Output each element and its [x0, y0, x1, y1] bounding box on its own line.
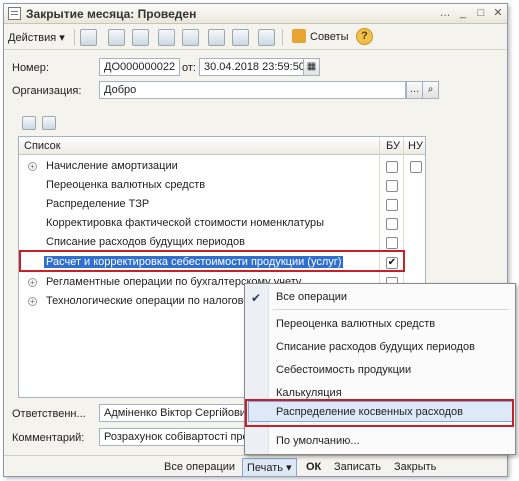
table-row[interactable]: Корректировка фактической стоимости номе… — [19, 214, 425, 233]
row-label: Списание расходов будущих периодов — [46, 236, 245, 248]
expand-icon[interactable]: + — [28, 162, 37, 171]
toolbar-divider — [74, 29, 75, 46]
expand-icon[interactable]: + — [28, 278, 37, 287]
toolbar-divider — [282, 29, 283, 46]
menu-item-default[interactable]: По умолчанию... — [276, 435, 360, 447]
bottom-bar: Все операции Печать ▾ ОК Записать Закрыт… — [4, 455, 507, 477]
column-bu: БУ — [386, 140, 400, 152]
table-row[interactable]: + Начисление амортизации — [19, 157, 425, 176]
document-icon — [8, 7, 21, 20]
copy-icon[interactable] — [132, 29, 149, 46]
row-label: Переоценка валютных средств — [46, 179, 206, 191]
help-icon[interactable]: ? — [356, 28, 373, 45]
bu-checkbox[interactable] — [386, 180, 398, 192]
actions-label: Действия — [8, 32, 57, 44]
print-menu: ✔ Все операции Переоценка валютных средс… — [244, 283, 516, 455]
organization-label: Организация: — [12, 85, 82, 97]
maximize-icon[interactable]: □ — [474, 7, 488, 20]
post-icon[interactable] — [158, 29, 175, 46]
refresh-icon[interactable] — [108, 29, 125, 46]
date-field[interactable]: 30.04.2018 23:59:50 — [199, 58, 304, 76]
menu-gutter — [245, 284, 269, 454]
tips-icon — [292, 29, 306, 43]
table-row[interactable]: Распределение ТЗР — [19, 195, 425, 214]
checkmark-icon: ✔ — [251, 291, 262, 305]
uncheck-all-icon[interactable] — [42, 116, 56, 130]
save-button[interactable]: Записать — [334, 461, 381, 473]
all-operations-button[interactable]: Все операции — [164, 461, 235, 473]
organization-field[interactable]: Добро — [99, 81, 406, 99]
list-icon[interactable] — [258, 29, 275, 46]
menu-item-label: Все операции — [276, 291, 348, 303]
bu-checkbox[interactable] — [386, 199, 398, 211]
print-button[interactable]: Печать ▾ — [242, 458, 297, 477]
bu-checkbox[interactable] — [386, 237, 398, 249]
close-button[interactable]: Закрыть — [394, 461, 436, 473]
responsible-label: Ответственн... — [12, 408, 86, 420]
close-icon[interactable]: ✕ — [491, 7, 505, 20]
expand-icon[interactable]: + — [28, 297, 37, 306]
window-title: Закрытие месяца: Проведен — [26, 7, 197, 21]
date-label: от: — [182, 62, 196, 74]
comment-label: Комментарий: — [12, 432, 85, 444]
title-bar: Закрытие месяца: Проведен … _ □ ✕ — [4, 4, 507, 24]
row-label: Корректировка фактической стоимости номе… — [46, 217, 325, 229]
calendar-icon[interactable]: ▦ — [303, 58, 320, 76]
go-up-icon[interactable] — [80, 29, 97, 46]
row-label: Распределение ТЗР — [46, 198, 150, 210]
number-field[interactable]: ДО000000022 — [99, 58, 180, 76]
highlight-frame — [19, 250, 405, 272]
comment-field[interactable]: Розрахунок собівартості продукції — [99, 428, 249, 446]
unpost-icon[interactable] — [182, 29, 199, 46]
table-header: Список БУ НУ — [19, 137, 425, 155]
menu-item-calculation[interactable]: Калькуляция — [276, 387, 342, 399]
menu-item-revaluation[interactable]: Переоценка валютных средств — [276, 318, 435, 330]
column-list: Список — [24, 140, 61, 152]
nu-checkbox[interactable] — [410, 161, 422, 173]
tips-button[interactable]: Советы — [310, 31, 348, 43]
print-label: Печать — [247, 462, 284, 474]
structure-icon[interactable] — [232, 29, 249, 46]
menu-item-all-operations[interactable]: ✔ Все операции — [245, 286, 515, 308]
bu-checkbox[interactable] — [386, 218, 398, 230]
actions-menu-button[interactable]: Действия ▾ — [8, 31, 65, 44]
table-row[interactable]: Переоценка валютных средств — [19, 176, 425, 195]
search-icon[interactable]: ⌕ — [422, 81, 439, 99]
row-label: Начисление амортизации — [46, 160, 178, 172]
ok-button[interactable]: ОК — [306, 461, 321, 473]
menu-item-product-cost[interactable]: Себестоимость продукции — [276, 364, 411, 376]
menu-separator — [273, 309, 509, 310]
column-nu: НУ — [408, 140, 423, 152]
dt-kt-icon[interactable] — [208, 29, 225, 46]
bu-checkbox[interactable] — [386, 161, 398, 173]
check-all-icon[interactable] — [22, 116, 36, 130]
select-button[interactable]: … — [406, 81, 423, 99]
highlight-frame — [245, 399, 514, 427]
number-label: Номер: — [12, 62, 49, 74]
responsible-field[interactable]: Адміненко Віктор Сергійович — [99, 404, 249, 422]
ellipsis-icon[interactable]: … — [438, 7, 452, 20]
toolbar: Действия ▾ Советы ? — [4, 25, 507, 50]
menu-item-deferred-expenses[interactable]: Списание расходов будущих периодов — [276, 341, 475, 353]
minimize-icon[interactable]: _ — [456, 7, 470, 20]
